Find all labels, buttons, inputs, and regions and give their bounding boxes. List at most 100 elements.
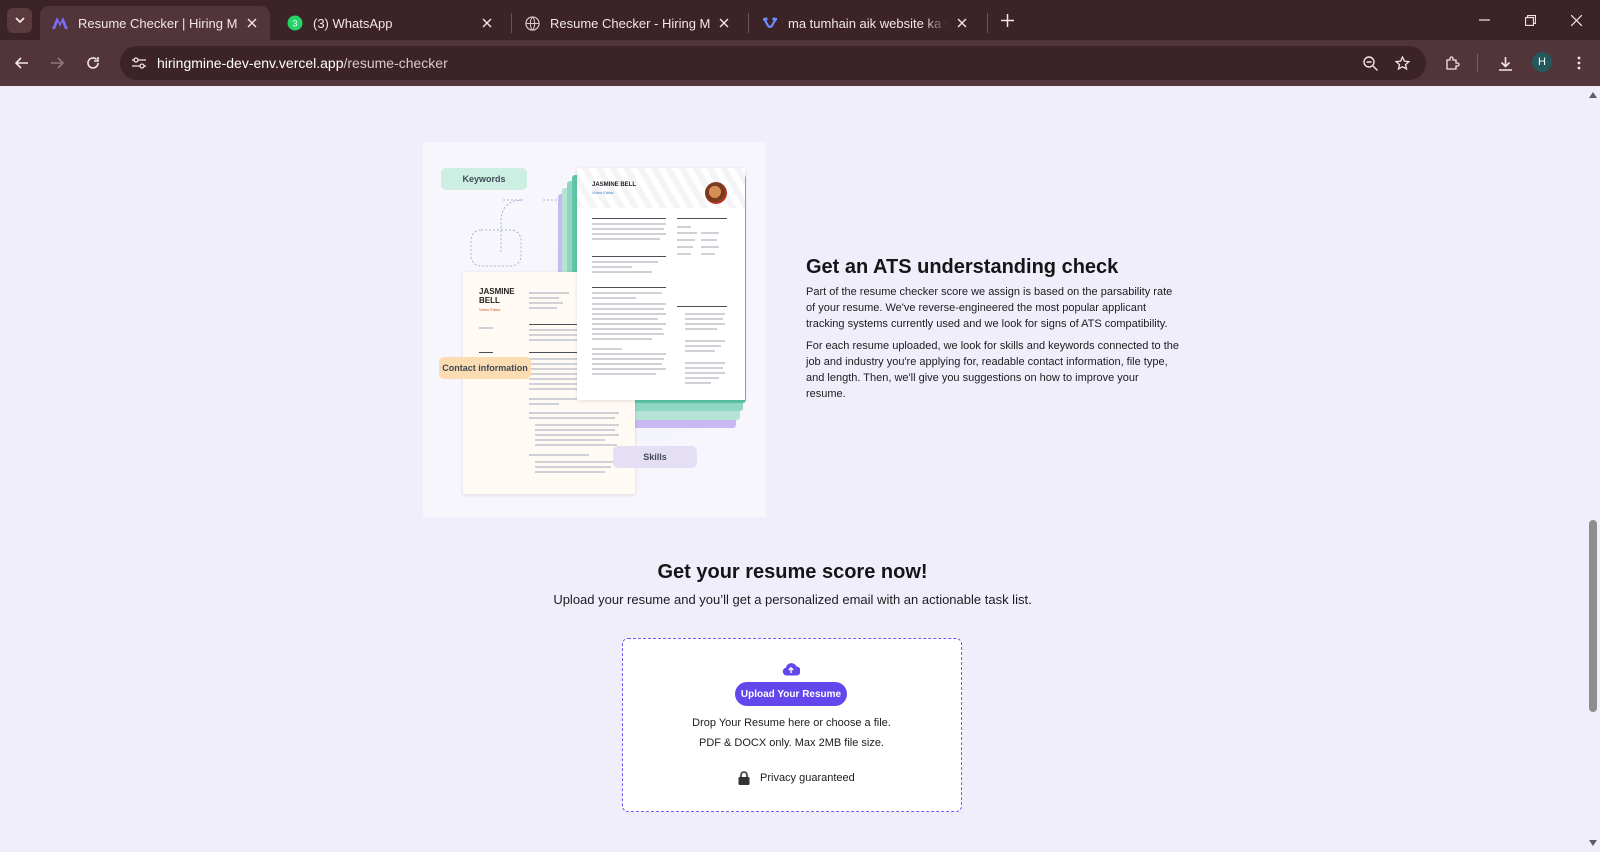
rule-line — [677, 218, 727, 219]
text-line — [592, 266, 632, 268]
keywords-tag: Keywords — [441, 168, 527, 190]
browser-toolbar: hiringmine-dev-env.vercel.app/resume-che… — [0, 40, 1600, 86]
text-line — [685, 323, 725, 325]
reload-button[interactable] — [82, 52, 104, 74]
text-line — [592, 358, 664, 360]
kebab-menu-icon — [1577, 56, 1581, 70]
text-line — [685, 377, 719, 379]
text-line — [592, 333, 664, 335]
address-bar[interactable]: hiringmine-dev-env.vercel.app/resume-che… — [120, 46, 1426, 80]
text-line — [685, 372, 725, 374]
text-line — [592, 363, 662, 365]
ai-assistant-icon — [762, 15, 778, 31]
text-line — [592, 308, 664, 310]
restore-icon — [1524, 14, 1536, 26]
resume-name-right: JASMINE BELL — [592, 182, 637, 188]
close-tab-icon[interactable] — [479, 15, 495, 31]
text-line — [535, 429, 615, 431]
zoom-button[interactable] — [1360, 53, 1380, 73]
text-line — [529, 417, 615, 419]
browser-menu-button[interactable] — [1568, 52, 1590, 74]
tab-search-button[interactable] — [7, 8, 32, 33]
scroll-up-arrow-icon[interactable] — [1588, 90, 1597, 99]
back-button[interactable] — [11, 52, 33, 74]
text-line — [479, 327, 493, 329]
text-line — [685, 345, 721, 347]
text-line — [701, 232, 719, 234]
text-line — [592, 292, 662, 294]
text-line — [592, 368, 666, 370]
bookmark-button[interactable] — [1392, 53, 1412, 73]
site-info-button[interactable] — [128, 53, 150, 73]
close-tab-icon[interactable] — [244, 15, 260, 31]
url-text[interactable]: hiringmine-dev-env.vercel.app/resume-che… — [157, 55, 448, 71]
tab-title: (3) WhatsApp — [313, 15, 393, 31]
tab-resume-checker[interactable]: Resume Checker | Hiring Mine — [40, 6, 270, 40]
text-line — [535, 466, 611, 468]
text-line — [529, 412, 619, 414]
url-path: /resume-checker — [343, 55, 448, 71]
file-requirements-text: PDF & DOCX only. Max 2MB file size. — [698, 737, 884, 749]
resume-score-subtitle: Upload your resume and you’ll get a pers… — [553, 592, 1032, 607]
text-line — [677, 253, 691, 255]
scrollbar-thumb[interactable] — [1589, 520, 1597, 712]
download-icon — [1498, 56, 1512, 71]
text-line — [685, 350, 715, 352]
cloud-upload-icon — [782, 661, 800, 677]
new-tab-button[interactable] — [996, 9, 1018, 31]
text-line — [592, 303, 666, 305]
tab-ai-chat[interactable]: ma tumhain aik website ka scre — [750, 6, 980, 40]
tab-whatsapp[interactable]: 3 (3) WhatsApp — [275, 6, 505, 40]
rule-line — [592, 256, 666, 257]
resume-dropzone[interactable]: Upload Your Resume Drop Your Resume here… — [622, 638, 962, 812]
text-line — [479, 352, 493, 353]
text-line — [592, 348, 622, 350]
text-line — [685, 340, 725, 342]
tab-title: Resume Checker | Hiring Mine — [78, 15, 238, 31]
text-line — [529, 403, 559, 405]
profile-photo — [705, 182, 727, 204]
plus-icon — [1000, 13, 1014, 27]
tab-title: ma tumhain aik website ka scre — [788, 15, 948, 31]
scroll-down-arrow-icon[interactable] — [1588, 838, 1597, 847]
text-line — [701, 239, 717, 241]
ats-illustration: JASMINE BELL Video Editor JASMINE BELL V… — [423, 142, 766, 517]
text-line — [592, 233, 666, 235]
restore-button[interactable] — [1520, 10, 1540, 30]
chevron-down-icon — [14, 17, 25, 24]
text-line — [535, 434, 619, 436]
arrow-right-icon — [51, 57, 64, 69]
zoom-out-icon — [1362, 55, 1378, 71]
text-line — [592, 373, 656, 375]
text-line — [685, 318, 723, 320]
drop-instruction-text: Drop Your Resume here or choose a file. — [692, 717, 891, 729]
text-line — [592, 297, 636, 299]
close-window-button[interactable] — [1566, 10, 1586, 30]
page-scrollbar[interactable] — [1585, 86, 1600, 852]
text-line — [677, 246, 693, 248]
forward-button[interactable] — [46, 52, 68, 74]
text-line — [677, 226, 691, 228]
text-line — [529, 302, 563, 304]
tab-strip: Resume Checker | Hiring Mine 3 (3) Whats… — [0, 0, 1600, 40]
text-line — [535, 444, 617, 446]
minimize-button[interactable] — [1474, 10, 1494, 30]
tab-separator — [987, 13, 988, 33]
text-line — [592, 353, 666, 355]
ats-paragraph-2: For each resume uploaded, we look for sk… — [806, 340, 1179, 400]
close-tab-icon[interactable] — [954, 15, 970, 31]
resume-card-right: JASMINE BELL Video Editor — [577, 168, 745, 400]
text-line — [701, 253, 715, 255]
upload-resume-button[interactable]: Upload Your Resume — [735, 682, 847, 706]
resume-role-left: Video Editor — [479, 307, 501, 312]
text-line — [701, 246, 719, 248]
extensions-button[interactable] — [1442, 52, 1464, 74]
star-icon — [1394, 55, 1410, 70]
text-line — [592, 261, 658, 263]
resume-name-left: JASMINE BELL — [479, 287, 515, 305]
profile-avatar[interactable]: H — [1532, 52, 1552, 72]
close-tab-icon[interactable] — [716, 15, 732, 31]
tab-resume-checker-2[interactable]: Resume Checker - Hiring Mine — [512, 6, 742, 40]
downloads-button[interactable] — [1494, 52, 1516, 74]
hiring-mine-logo-icon — [52, 15, 68, 31]
